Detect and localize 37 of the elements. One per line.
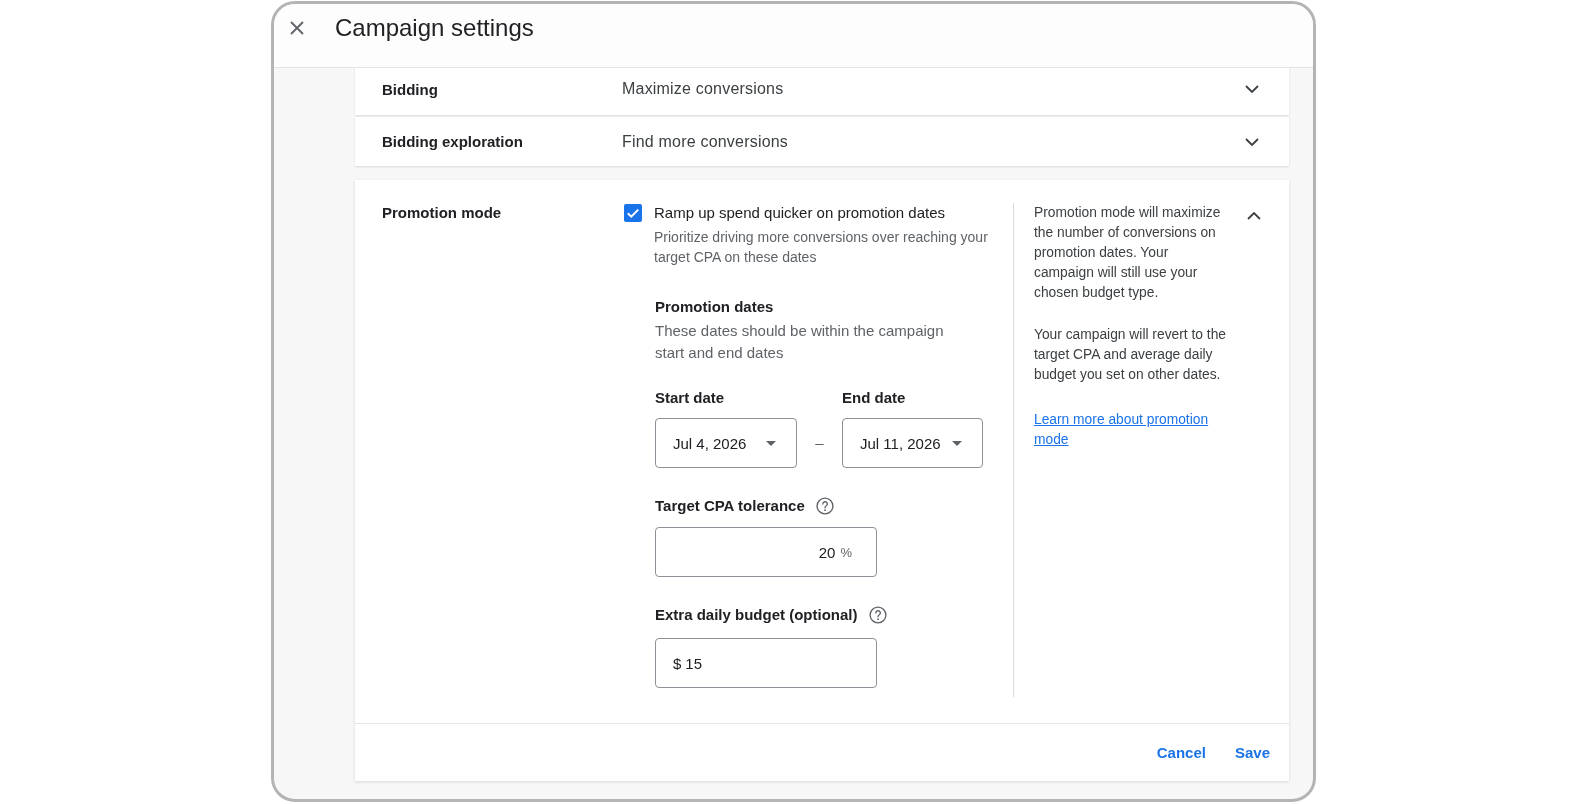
help-paragraph: Promotion mode will maximize the number of conversions on promotion dates. Your campaign will still use your chosen budget type. (1034, 204, 1222, 302)
setting-label: Bidding (382, 80, 439, 98)
dropdown-arrow-icon (766, 440, 776, 446)
setting-label: Promotion mode (382, 203, 503, 223)
help-icon[interactable] (868, 606, 887, 624)
checkbox-label: Ramp up spend quicker on promotion dates (654, 203, 946, 223)
close-icon[interactable] (290, 21, 304, 35)
field-label: Start date (655, 388, 726, 408)
text-button[interactable]: Cancel (1148, 736, 1214, 769)
setting-value: Find more conversions (622, 132, 790, 151)
currency-prefix: $ (673, 654, 682, 672)
checkbox[interactable] (624, 204, 642, 222)
text-button[interactable]: Save (1226, 736, 1278, 769)
percent-suffix: % (840, 544, 852, 560)
settings-row[interactable]: Bidding Maximize conversions (355, 68, 1289, 115)
dates-heading: Promotion dates (655, 297, 775, 317)
date-dropdown[interactable]: Jul 4, 2026 (655, 418, 797, 468)
chevron-down-icon[interactable] (1245, 85, 1259, 93)
checkbox-description: Prioritize driving more conversions over reaching your target CPA on these dates (654, 228, 989, 267)
learn-more-link[interactable]: Learn more about promotion mode (1034, 410, 1230, 450)
field-label: End date (842, 388, 907, 408)
field-label: Target CPA tolerance (655, 496, 805, 516)
dropdown-arrow-icon (952, 440, 962, 446)
setting-label: Bidding exploration (382, 133, 524, 150)
settings-row[interactable]: Bidding exploration Find more conversions (355, 117, 1289, 166)
budget-input[interactable]: $ 15 (655, 638, 877, 688)
date-separator: – (814, 433, 825, 453)
chevron-up-icon[interactable] (1247, 212, 1261, 220)
field-label: Extra daily budget (optional) (655, 605, 858, 625)
dialog-title: Campaign settings (335, 13, 534, 43)
chevron-down-icon[interactable] (1245, 137, 1259, 146)
help-paragraph: Your campaign will revert to the target CPA and average daily budget you set on other dates. (1034, 326, 1227, 384)
setting-value: Maximize conversions (622, 80, 785, 98)
percent-input[interactable]: 20 % (655, 527, 877, 577)
dates-description: These dates should be within the campaign start and end dates (655, 321, 945, 363)
date-dropdown[interactable]: Jul 11, 2026 (842, 418, 983, 468)
help-icon[interactable] (815, 497, 834, 515)
